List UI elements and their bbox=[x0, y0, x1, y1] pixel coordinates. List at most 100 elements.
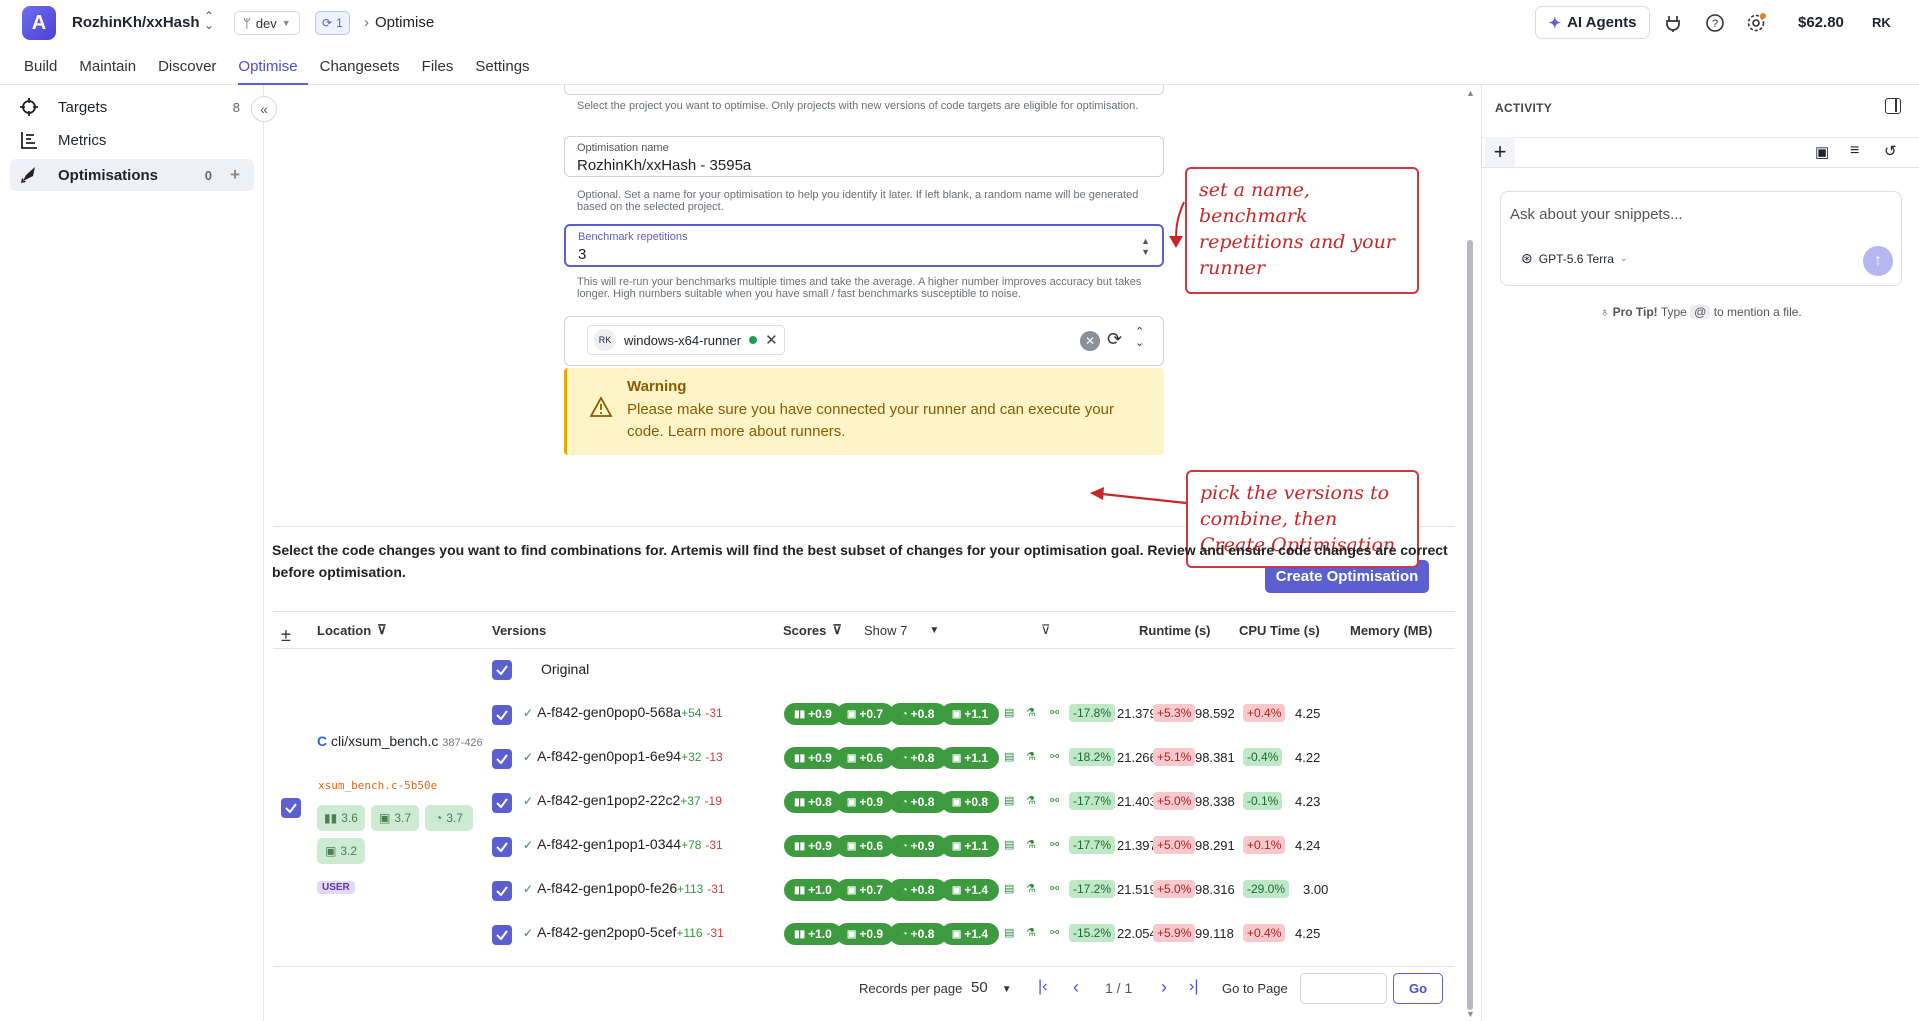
send-button[interactable]: ↑ bbox=[1863, 246, 1893, 276]
run-icon[interactable]: ⚗ bbox=[1026, 794, 1036, 807]
checkbox[interactable] bbox=[492, 837, 512, 857]
score-pill: ▣ +0.6 bbox=[836, 835, 894, 857]
version-name[interactable]: ✓ A-f842-gen0pop1-6e94+32 -13 bbox=[523, 748, 723, 764]
add-icon[interactable]: + bbox=[230, 165, 240, 185]
run-icon[interactable]: ⚗ bbox=[1026, 926, 1036, 939]
version-name[interactable]: ✓ A-f842-gen2pop0-5cef+116 -31 bbox=[523, 924, 724, 940]
go-button[interactable]: Go bbox=[1393, 973, 1443, 1004]
benchmark-repetitions-input[interactable]: 3 bbox=[578, 246, 586, 263]
checkbox[interactable] bbox=[492, 925, 512, 945]
run-icon[interactable]: ⚗ bbox=[1026, 882, 1036, 895]
project-select[interactable] bbox=[564, 85, 1164, 95]
last-page-icon[interactable]: ›| bbox=[1189, 978, 1198, 996]
model-selector[interactable]: ⊛ GPT-5.6 Terra ⌄ bbox=[1521, 250, 1627, 267]
tab-discover[interactable]: Discover bbox=[158, 46, 226, 85]
column-label: Scores bbox=[783, 622, 827, 638]
prev-page-icon[interactable]: ‹ bbox=[1073, 977, 1079, 998]
version-name[interactable]: ✓ A-f842-gen0pop0-568a+54 -31 bbox=[523, 704, 723, 720]
score-pill: ◔ +0.8 bbox=[889, 879, 947, 901]
scrollbar-thumb[interactable] bbox=[1467, 240, 1473, 1010]
sidebar-item-metrics[interactable]: Metrics bbox=[10, 124, 254, 156]
scroll-down-icon[interactable]: ▼ bbox=[1466, 1009, 1475, 1019]
view-metrics-icon[interactable]: ▤ bbox=[1004, 926, 1014, 939]
tab-changesets[interactable]: Changesets bbox=[320, 46, 410, 85]
repo-switch-icon[interactable]: ⌃ ⌄ bbox=[204, 10, 214, 31]
refresh-icon[interactable]: ⟳ bbox=[1107, 329, 1122, 350]
checkbox[interactable] bbox=[492, 749, 512, 769]
view-metrics-icon[interactable]: ▤ bbox=[1004, 706, 1014, 719]
table-row: ✓ A-f842-gen0pop0-568a+54 -31 ▮▮ +0.9 ▣ +0.7 ◔… bbox=[273, 692, 1455, 736]
version-name[interactable]: ✓ A-f842-gen1pop2-22c2+37 -19 bbox=[523, 792, 722, 808]
link-icon[interactable]: ⚯ bbox=[1050, 706, 1059, 719]
chat-input-box[interactable]: Ask about your snippets... ⊛ GPT-5.6 Terr… bbox=[1500, 191, 1902, 286]
runner-select[interactable]: RK windows-x64-runner ✕ ✕ ⟳ ⌃ ⌄ bbox=[564, 316, 1164, 366]
benchmark-repetitions-field[interactable]: Benchmark repetitions 3 ▲ ▼ bbox=[564, 224, 1164, 267]
user-avatar[interactable]: RK bbox=[1872, 15, 1891, 30]
tab-files[interactable]: Files bbox=[422, 46, 464, 85]
view-metrics-icon[interactable]: ▤ bbox=[1004, 794, 1014, 807]
tab-build[interactable]: Build bbox=[24, 46, 67, 85]
run-icon[interactable]: ⚗ bbox=[1026, 838, 1036, 851]
history-icon[interactable]: ↺ bbox=[1884, 142, 1897, 160]
goto-page-input[interactable] bbox=[1300, 973, 1387, 1004]
run-icon[interactable]: ⚗ bbox=[1026, 706, 1036, 719]
version-name[interactable]: ✓ A-f842-gen1pop1-0344+78 -31 bbox=[523, 836, 723, 852]
help-icon[interactable]: ? bbox=[1703, 11, 1727, 35]
checkbox[interactable] bbox=[492, 881, 512, 901]
view-metrics-icon[interactable]: ▤ bbox=[1004, 750, 1014, 763]
optimisation-name-input[interactable]: RozhinKh/xxHash - 3595a bbox=[577, 157, 751, 174]
column-location[interactable]: Location ⊽ bbox=[317, 612, 387, 648]
version-name[interactable]: ✓ A-f842-gen1pop0-fe26+113 -31 bbox=[523, 880, 725, 896]
new-chat-icon[interactable]: + bbox=[1485, 137, 1515, 167]
stepper-icon[interactable]: ▲ ▼ bbox=[1141, 236, 1150, 258]
scroll-up-icon[interactable]: ▲ bbox=[1466, 88, 1475, 98]
tab-maintain[interactable]: Maintain bbox=[79, 46, 146, 85]
tab-optimise[interactable]: Optimise bbox=[238, 46, 308, 85]
link-icon[interactable]: ⚯ bbox=[1050, 838, 1059, 851]
main-scrollbar[interactable]: ▲ ▼ bbox=[1464, 85, 1476, 1021]
app-logo[interactable]: A bbox=[22, 6, 56, 40]
column-scores[interactable]: Scores ⊽ bbox=[783, 612, 842, 648]
settings-gear-icon[interactable] bbox=[1744, 11, 1768, 35]
checkbox[interactable] bbox=[492, 793, 512, 813]
sync-badge[interactable]: ⟳ 1 bbox=[315, 11, 350, 35]
credits-balance[interactable]: $62.80 bbox=[1798, 14, 1844, 31]
panel-toggle-icon[interactable] bbox=[1885, 98, 1901, 114]
location-file[interactable]: C cli/xsum_bench.c 387-426 bbox=[317, 733, 483, 749]
location-checkbox[interactable] bbox=[281, 798, 301, 818]
records-per-page-select[interactable]: 50 ▼ bbox=[971, 979, 1012, 996]
warning-body[interactable]: Please make sure you have connected your… bbox=[627, 399, 1147, 443]
branch-selector[interactable]: ᛘ dev ▼ bbox=[234, 11, 300, 35]
filter-icon[interactable]: ⊽ bbox=[832, 622, 842, 638]
link-icon[interactable]: ⚯ bbox=[1050, 926, 1059, 939]
link-icon[interactable]: ⚯ bbox=[1050, 794, 1059, 807]
chevron-updown-icon[interactable]: ⌃ ⌄ bbox=[1135, 327, 1144, 349]
ai-agents-button[interactable]: ✦ AI Agents bbox=[1535, 6, 1650, 39]
link-icon[interactable]: ⚯ bbox=[1050, 750, 1059, 763]
next-page-icon[interactable]: › bbox=[1161, 977, 1167, 998]
filter-icon[interactable]: ⊽ bbox=[377, 622, 387, 638]
records-per-page-value: 50 bbox=[971, 979, 988, 996]
checkbox[interactable] bbox=[492, 660, 512, 680]
filter-icon[interactable]: ⊽ bbox=[1041, 612, 1051, 648]
optimisation-name-field[interactable]: Optimisation name RozhinKh/xxHash - 3595… bbox=[564, 136, 1164, 177]
remove-runner-icon[interactable]: ✕ bbox=[765, 331, 778, 349]
annotation-callout: set a name, benchmark repetitions and yo… bbox=[1185, 167, 1419, 294]
list-icon[interactable]: ≡ bbox=[1850, 142, 1859, 160]
show-count-select[interactable]: Show 7 ▼ bbox=[864, 612, 939, 648]
link-icon[interactable]: ⚯ bbox=[1050, 882, 1059, 895]
sidebar-item-targets[interactable]: Targets 8 bbox=[10, 91, 254, 123]
view-metrics-icon[interactable]: ▤ bbox=[1004, 838, 1014, 851]
chat-input[interactable]: Ask about your snippets... bbox=[1510, 206, 1683, 223]
run-icon[interactable]: ⚗ bbox=[1026, 750, 1036, 763]
plug-icon[interactable] bbox=[1661, 11, 1685, 35]
tab-settings[interactable]: Settings bbox=[475, 46, 539, 85]
sidebar-item-optimisations[interactable]: Optimisations 0 + bbox=[10, 159, 254, 191]
robot-icon[interactable]: ▣ bbox=[1815, 143, 1829, 161]
clear-icon[interactable]: ✕ bbox=[1080, 331, 1100, 351]
repo-name[interactable]: RozhinKh/xxHash bbox=[72, 14, 200, 31]
first-page-icon[interactable]: |‹ bbox=[1038, 978, 1047, 996]
checkbox[interactable] bbox=[492, 705, 512, 725]
view-metrics-icon[interactable]: ▤ bbox=[1004, 882, 1014, 895]
snippet-id[interactable]: xsum_bench.c-5b50e bbox=[318, 779, 437, 792]
